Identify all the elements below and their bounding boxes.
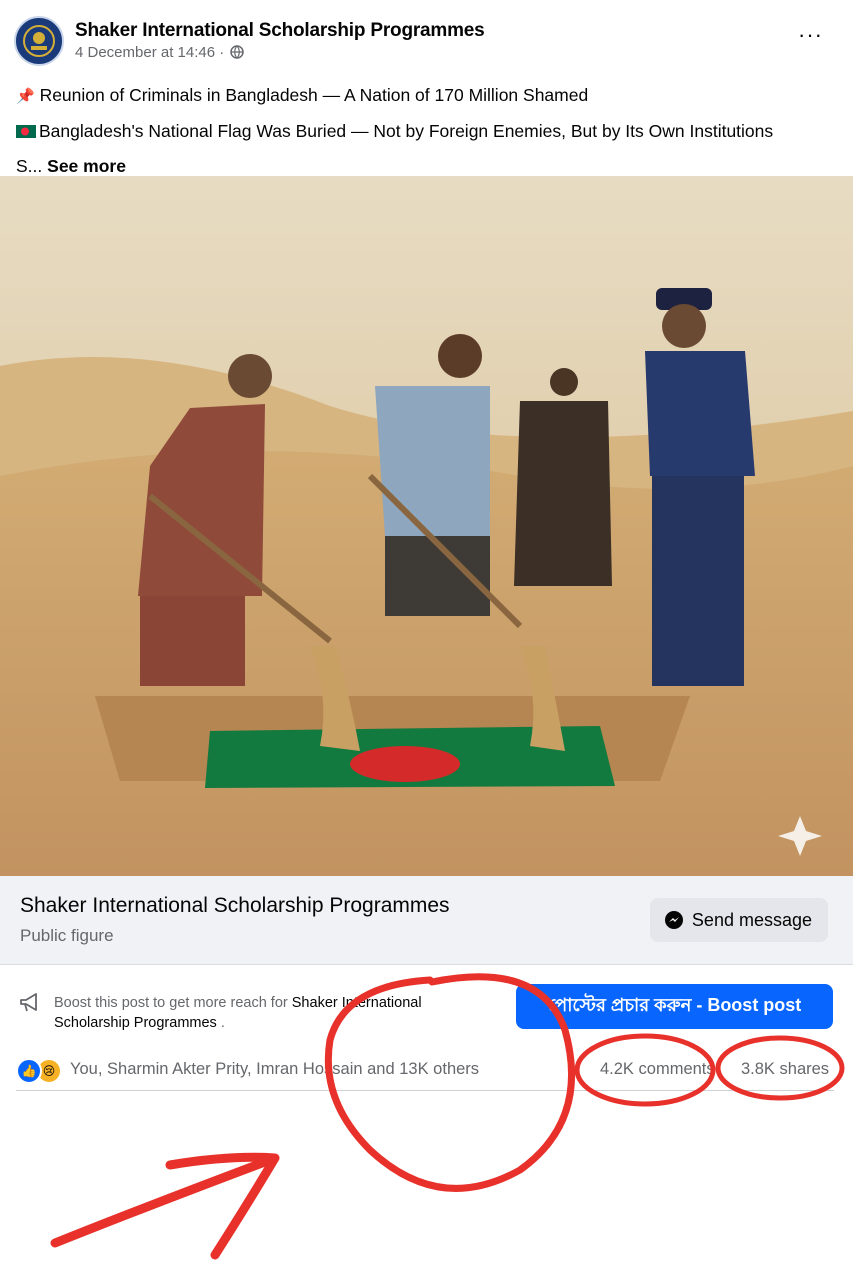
pushpin-icon: 📌 — [16, 88, 35, 105]
caption-text-2: Bangladesh's National Flag Was Buried — … — [39, 121, 774, 141]
boost-description: Boost this post to get more reach for Sh… — [54, 993, 494, 1033]
cta-page-name[interactable]: Shaker International Scholarship Program… — [20, 894, 450, 918]
more-options-icon[interactable]: ··· — [798, 22, 823, 48]
page-cta-bar: Shaker International Scholarship Program… — [0, 876, 853, 965]
post-timestamp[interactable]: 4 December at 14:46 · — [75, 44, 224, 61]
messenger-icon — [664, 911, 683, 929]
megaphone-icon — [20, 993, 37, 1012]
post-caption: 📌 Reunion of Criminals in Bangladesh — A… — [16, 78, 836, 184]
caption-line-2: Bangladesh's National Flag Was Buried — … — [16, 114, 836, 149]
post-meta: 4 December at 14:46 · — [75, 44, 245, 61]
comments-count[interactable]: 4.2K comments — [600, 1060, 715, 1079]
bangladesh-flag-icon — [16, 125, 36, 138]
page-logo-icon — [17, 19, 61, 63]
post-image[interactable] — [0, 176, 853, 876]
facebook-post: Shaker International Scholarship Program… — [0, 0, 853, 1095]
caption-text-3: S... — [16, 156, 43, 176]
stats-divider — [16, 1090, 834, 1091]
red-arrow-shaft — [50, 1155, 275, 1248]
reaction-stats-bar: 👍 😢 You, Sharmin Akter Prity, Imran Hoss… — [0, 1048, 853, 1090]
see-more-link[interactable]: See more — [47, 156, 126, 176]
red-arrow-head — [165, 1152, 280, 1260]
boost-text-suffix: . — [220, 1015, 225, 1031]
page-avatar[interactable] — [14, 16, 64, 66]
boost-text-prefix: Boost this post to get more reach for — [54, 995, 288, 1011]
send-message-button[interactable]: Send message — [649, 898, 828, 942]
boost-post-button[interactable]: পোস্টের প্রচার করুন - Boost post — [516, 984, 833, 1029]
send-message-label: Send message — [691, 909, 812, 930]
page-name-link[interactable]: Shaker International Scholarship Program… — [75, 20, 485, 42]
globe-icon — [230, 45, 245, 59]
shares-count[interactable]: 3.8K shares — [741, 1060, 829, 1079]
reactors-summary[interactable]: You, Sharmin Akter Prity, Imran Hossain … — [70, 1060, 479, 1079]
caption-line-1: 📌 Reunion of Criminals in Bangladesh — A… — [16, 78, 836, 114]
like-reaction-icon: 👍 — [16, 1058, 42, 1084]
post-header: Shaker International Scholarship Program… — [0, 0, 853, 70]
reaction-icons[interactable]: 👍 😢 — [16, 1058, 62, 1084]
caption-text-1: Reunion of Criminals in Bangladesh — A N… — [39, 85, 589, 105]
cta-page-category: Public figure — [20, 926, 114, 945]
